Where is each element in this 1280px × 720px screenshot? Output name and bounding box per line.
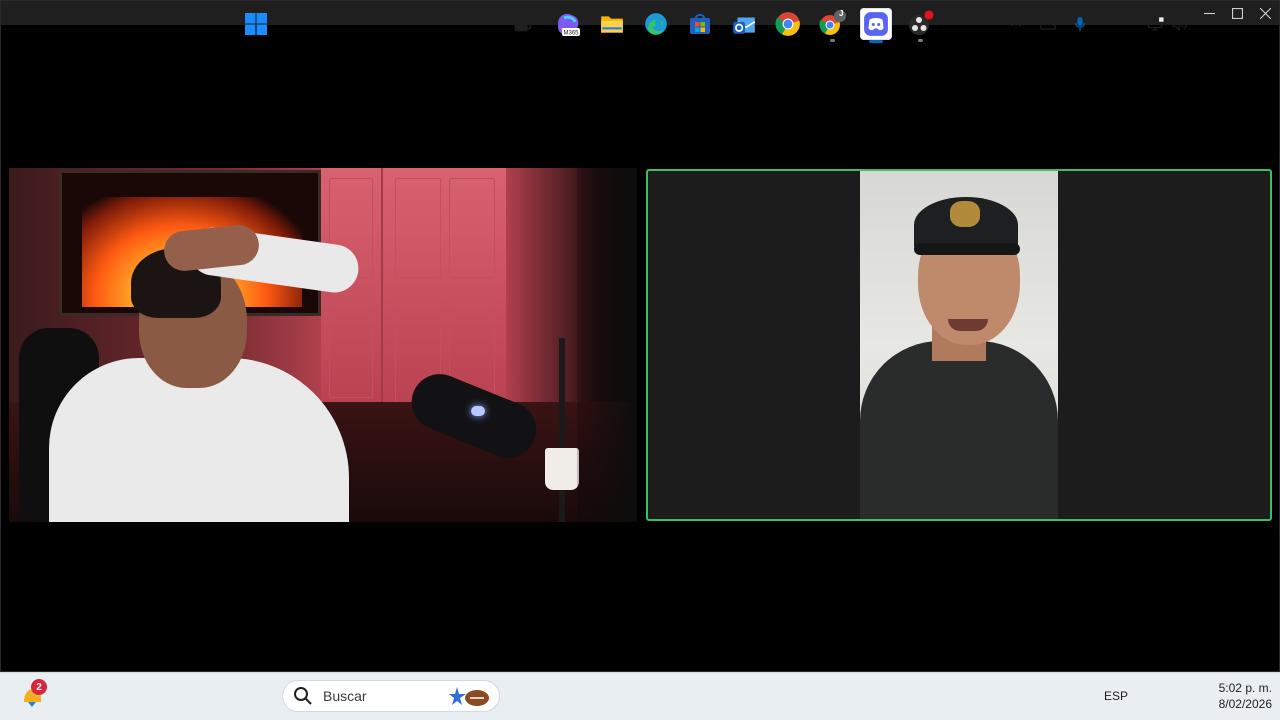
obs-icon [909, 10, 934, 35]
outlook-button[interactable] [728, 8, 760, 40]
input-language[interactable]: ESP [1104, 689, 1128, 703]
m365-copilot-button[interactable]: M365 [552, 8, 584, 40]
clock-date: 8/02/2026 [1218, 697, 1272, 711]
speaker-icon [1172, 17, 1187, 31]
windows-logo-icon [245, 13, 267, 35]
participant-video-left[interactable] [9, 168, 637, 522]
active-indicator [869, 40, 883, 43]
mic-stand [559, 338, 565, 522]
search-placeholder: Buscar [323, 688, 367, 704]
cup [545, 448, 579, 490]
discord-icon [864, 12, 888, 36]
folder-icon [601, 16, 623, 33]
profile-letter: J [839, 9, 844, 18]
microphone-light [471, 406, 485, 416]
participant-cap-brim [914, 243, 1020, 255]
cap-logo [950, 201, 980, 227]
close-button[interactable] [1251, 1, 1279, 25]
onedrive-button[interactable] [1034, 8, 1062, 40]
edge-icon [645, 13, 667, 35]
chrome-button[interactable] [772, 8, 804, 40]
chrome-icon [775, 12, 800, 36]
clock[interactable]: 5:02 p. m. 8/02/2026 [1196, 680, 1272, 712]
obs-button[interactable] [904, 8, 936, 42]
minimize-button[interactable] [1195, 1, 1223, 25]
minimize-icon [1203, 12, 1215, 14]
microphone-icon [1075, 17, 1085, 31]
search-highlight-icon [449, 687, 489, 706]
close-icon [1259, 7, 1271, 19]
participant-right-feed [860, 171, 1058, 519]
network-icon [1147, 16, 1165, 31]
cloud-icon [1039, 20, 1056, 30]
volume-button[interactable] [1166, 8, 1194, 40]
store-button[interactable] [684, 8, 716, 40]
search-icon [294, 687, 312, 705]
search-box[interactable]: Buscar [282, 680, 500, 712]
start-button[interactable] [240, 8, 272, 40]
svg-text:M365: M365 [563, 31, 579, 37]
notification-badge: 2 [31, 679, 47, 695]
microphone-in-use-button[interactable] [1066, 8, 1094, 40]
edge-button[interactable] [640, 8, 672, 40]
widgets-button[interactable]: 2 [16, 679, 48, 712]
video-shadow [577, 168, 637, 522]
m365-copilot-icon: M365 [558, 13, 580, 37]
maximize-icon [1231, 7, 1243, 19]
participant-mouth [948, 319, 988, 331]
show-hidden-icons-button[interactable] [1002, 8, 1030, 40]
running-indicator [830, 39, 835, 42]
clock-time: 5:02 p. m. [1218, 681, 1272, 695]
participant-left-person [49, 223, 362, 522]
chrome-profile-button[interactable]: J [816, 8, 848, 42]
participant-shirt [860, 341, 1058, 519]
task-view-button[interactable] [506, 8, 538, 40]
chevron-up-icon [1010, 20, 1022, 27]
maximize-button[interactable] [1223, 1, 1251, 25]
window-controls [1195, 1, 1279, 25]
taskbar [0, 672, 1280, 720]
file-explorer-button[interactable] [596, 8, 628, 40]
discord-button[interactable] [860, 8, 892, 43]
running-indicator [918, 39, 923, 42]
video-call-window [0, 0, 1280, 672]
task-view-icon [514, 15, 531, 32]
store-icon [690, 14, 710, 34]
participant-video-right[interactable] [646, 169, 1272, 521]
outlook-icon [733, 17, 756, 34]
